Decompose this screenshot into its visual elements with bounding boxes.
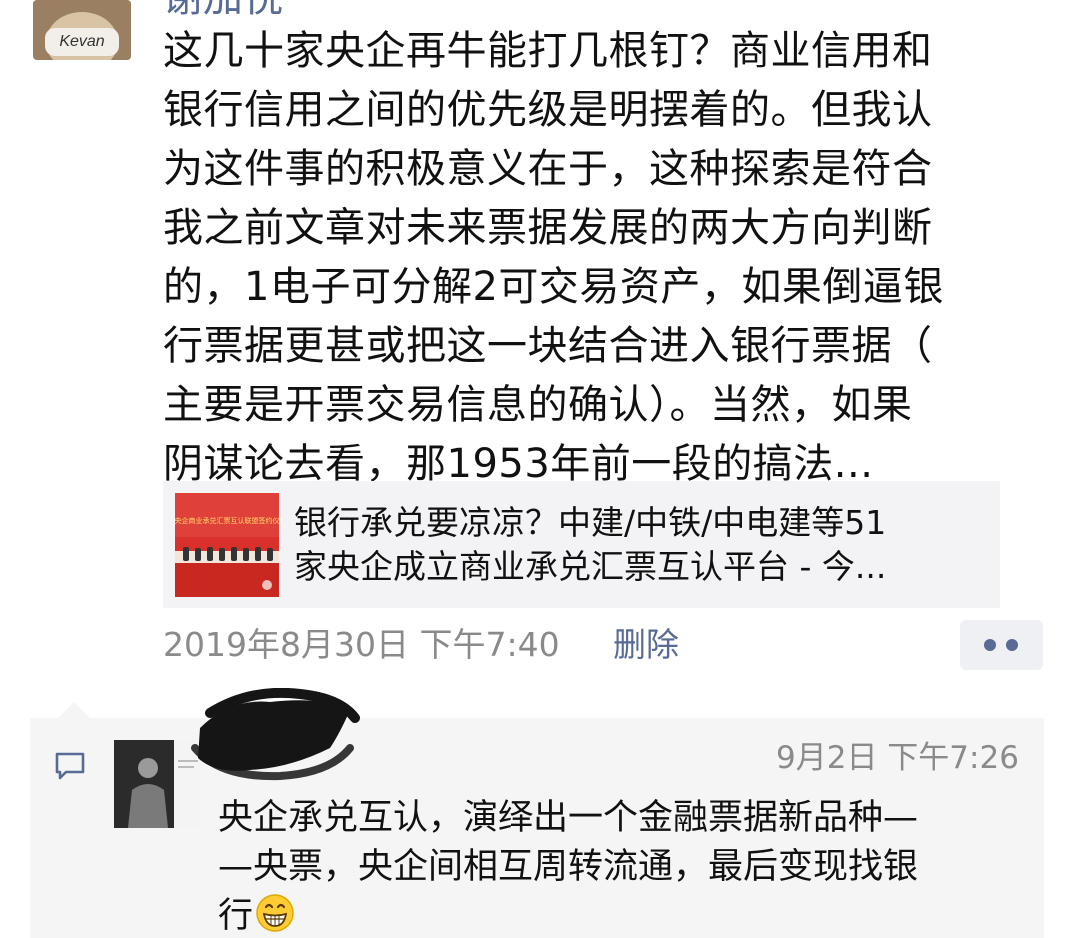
link-title-line: 家央企成立商业承兑汇票互认平台 - 今... <box>294 547 887 586</box>
post-timestamp: 2019年8月30日 下午7:40 <box>163 625 560 664</box>
link-title-line: 银行承兑要凉凉？中建/中铁/中电建等51 <box>294 503 887 542</box>
commenter-avatar[interactable] <box>114 740 202 828</box>
link-title[interactable]: 银行承兑要凉凉？中建/中铁/中电建等51 家央企成立商业承兑汇票互认平台 - 今… <box>294 501 984 589</box>
post-text-line: 这几十家央企再牛能打几根钉？商业信用和 <box>163 28 933 74</box>
comment-text: 央企承兑互认，演绎出一个金融票据新品种— —央票，央企间相互周转流通，最后变现找… <box>218 794 1030 938</box>
delete-button[interactable]: 删除 <box>613 623 679 667</box>
comment-text-tail: 行 <box>218 896 254 936</box>
author-avatar[interactable]: Kevan <box>33 0 131 60</box>
post-text: 这几十家央企再牛能打几根钉？商业信用和 银行信用之间的优先级是明摆着的。但我认 … <box>163 22 1033 494</box>
shared-link-card[interactable]: 央企商业承兑汇票互认联盟签约仪 银行承兑要凉凉？中建/中铁/中电建等51 家央企… <box>163 481 1000 608</box>
post-text-line: 银行信用之间的优先级是明摆着的。但我认 <box>163 87 933 133</box>
author-name[interactable]: 谢加悦 <box>163 0 283 18</box>
redacted-commenter-name <box>190 687 360 783</box>
post-text-line: 我之前文章对未来票据发展的两大方向判断 <box>163 205 933 251</box>
post-text-line: 的，1电子可分解2可交易资产，如果倒逼银 <box>163 264 944 310</box>
post-text-line: 为这件事的积极意义在于，这种探索是符合 <box>163 146 933 192</box>
post-text-line: 主要是开票交易信息的确认）。当然，如果 <box>163 382 913 428</box>
comment-timestamp: 9月2日 下午7:26 <box>776 740 1019 776</box>
more-button[interactable] <box>960 620 1043 670</box>
comment-bubble-icon <box>54 750 86 782</box>
post-text-line: 行票据更甚或把这一块结合进入银行票据（ <box>163 323 933 369</box>
comment-text-line: 行 <box>218 892 1030 938</box>
comment-area-notch <box>58 702 90 718</box>
thumbnail-caption: 央企商业承兑汇票互认联盟签约仪 <box>175 516 279 525</box>
comment-text-line: 央企承兑互认，演绎出一个金融票据新品种— <box>218 798 919 838</box>
link-thumbnail: 央企商业承兑汇票互认联盟签约仪 <box>175 493 279 597</box>
comment-text-line: —央票，央企间相互周转流通，最后变现找银 <box>218 847 919 887</box>
more-dots-icon <box>984 639 996 651</box>
grin-emoji-icon <box>255 893 295 933</box>
more-dots-icon <box>1006 639 1018 651</box>
svg-text:Kevan: Kevan <box>59 33 104 50</box>
moments-post-page: Kevan 谢加悦 这几十家央企再牛能打几根钉？商业信用和 银行信用之间的优先级… <box>0 0 1080 938</box>
